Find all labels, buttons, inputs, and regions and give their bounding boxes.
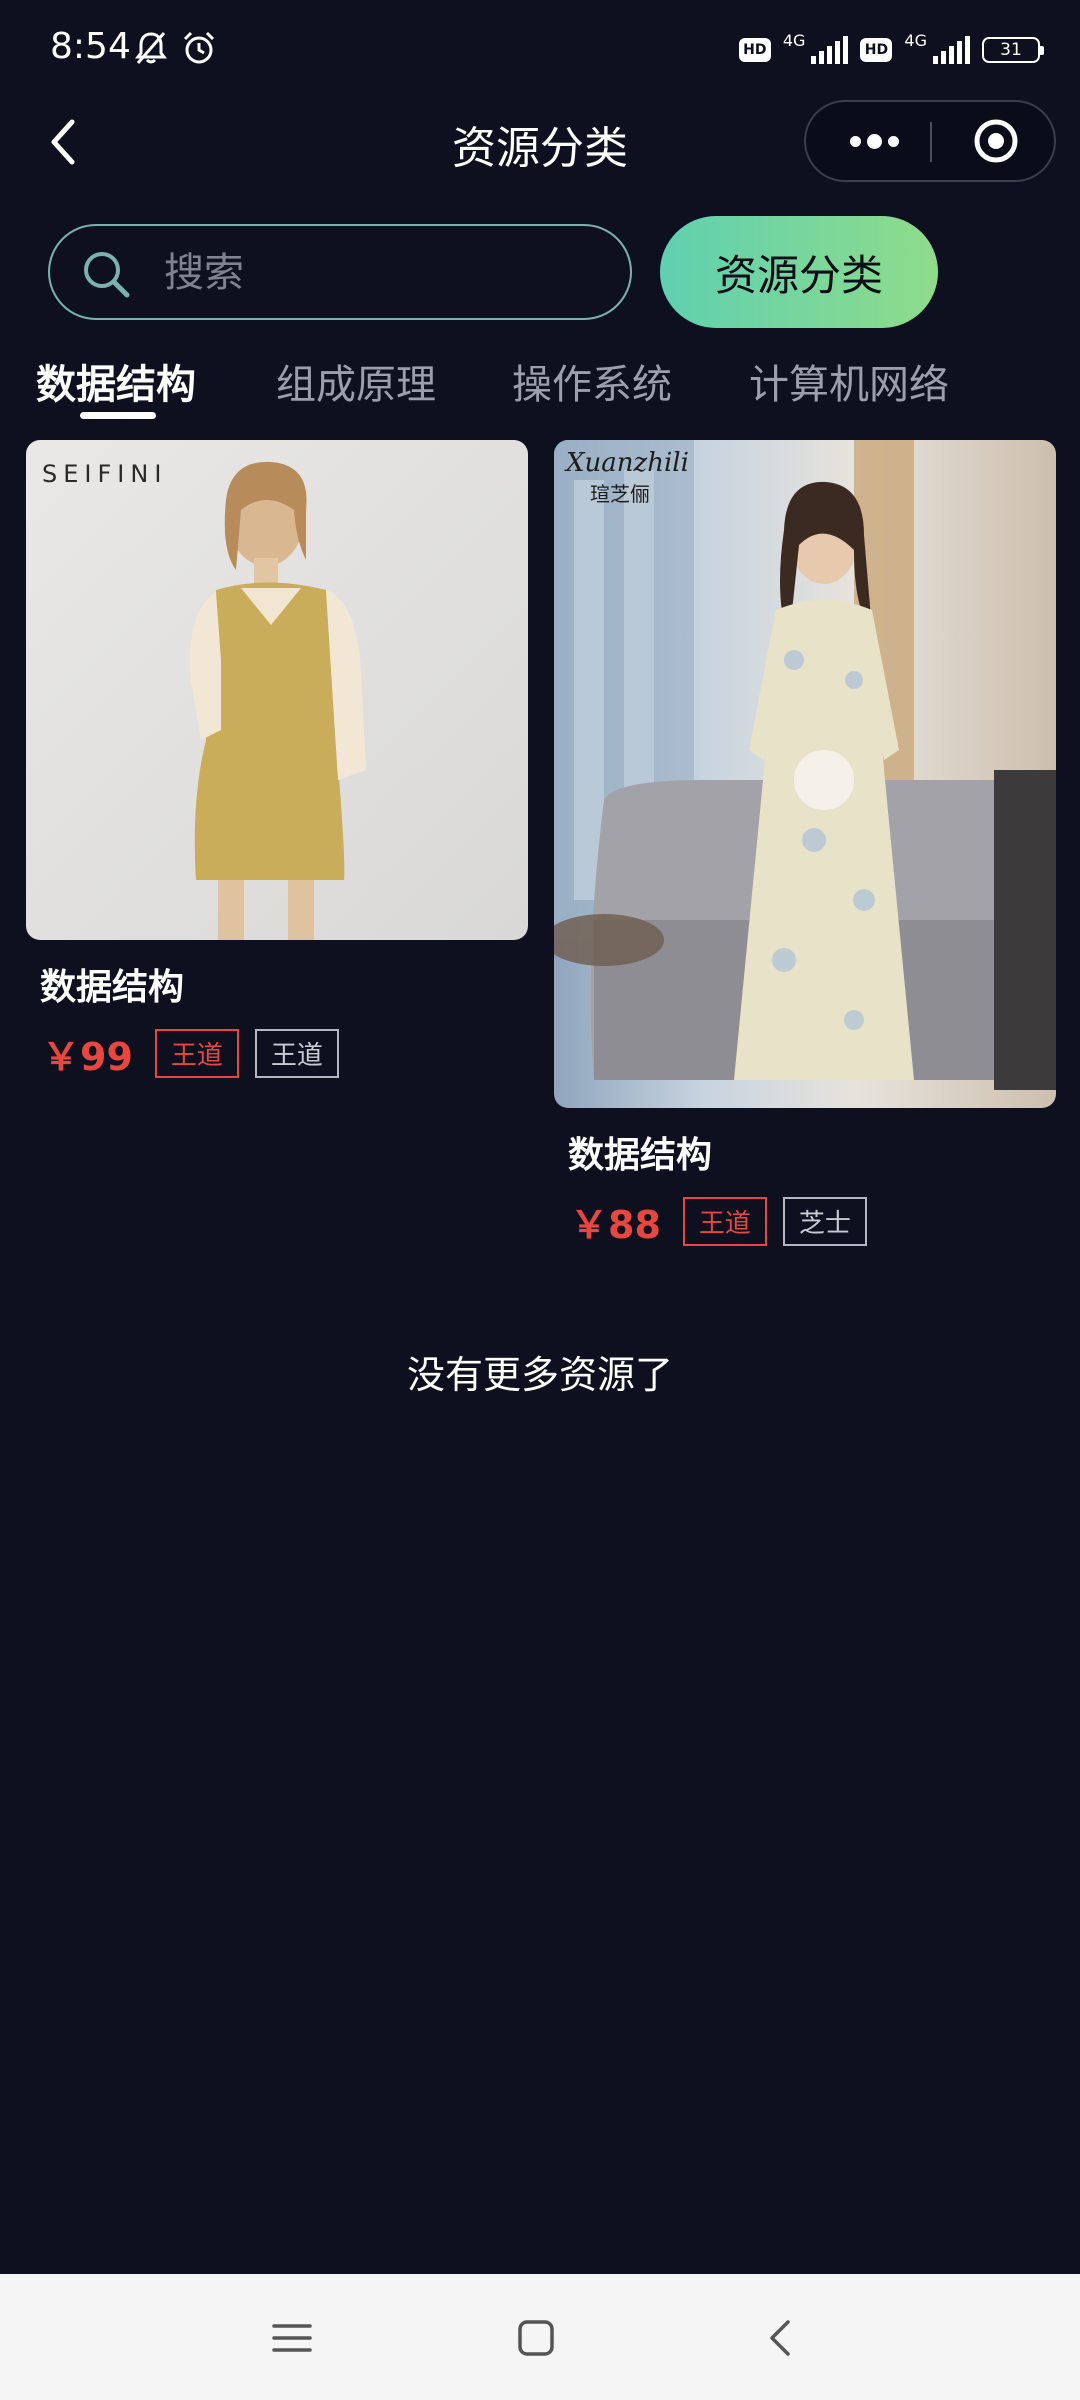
menu-icon [272,2324,312,2352]
hd-badge: HD [860,38,893,62]
product-image[interactable]: Xuanzhili 瑄芝俪 [554,440,1056,1108]
tab-active-indicator [80,412,156,419]
product-tag: 王道 [154,1029,239,1078]
tab-operating-system[interactable]: 操作系统 [512,352,672,410]
no-more-resources-text: 没有更多资源了 [406,1353,673,1397]
product-tag: 芝士 [782,1197,867,1246]
product-brand-logo-sub: 瑄芝俪 [590,482,650,506]
close-mini-program-button[interactable] [956,102,1036,180]
search-icon [84,252,130,298]
product-meta: ￥99 王道 王道 [42,1026,528,1081]
alarm-clock-icon [183,31,215,64]
back-button[interactable] [36,114,92,170]
more-dots-icon-center [866,133,882,149]
more-button[interactable] [826,102,922,180]
search-input[interactable] [162,244,606,302]
product-photo-illustration [190,461,366,940]
mini-program-capsule [804,100,1056,182]
product-photo-illustration [554,440,1056,1090]
hd-badge: HD [738,38,771,62]
status-system-icons: HD 4G HD 4G 31 [738,30,1044,70]
product-card[interactable]: SEIFINI 数据结构 ￥99 王道 王道 [26,440,528,1081]
product-card[interactable]: Xuanzhili 瑄芝俪 数据结构 ￥88 王道 芝士 [554,440,1056,1249]
category-tabs: 数据结构 组成原理 操作系统 计算机网络 [0,344,1080,422]
status-bar: 8:54 HD 4G HD 4G 31 [0,0,1080,96]
more-dots-icon-right [887,135,899,147]
system-menu-button[interactable] [260,2306,324,2370]
system-nav-bar [0,2274,1080,2400]
product-title: 数据结构 [568,1135,713,1176]
product-title: 数据结构 [40,967,185,1008]
tab-computer-network[interactable]: 计算机网络 [749,352,949,410]
search-box[interactable] [48,224,632,320]
chevron-left-icon [51,119,75,165]
target-circle-icon [974,119,1018,163]
nav-bar: 资源分类 [0,96,1080,188]
network-label: 4G [782,30,806,50]
home-square-icon [518,2320,554,2356]
capsule-divider [930,122,932,162]
product-price: ￥99 [42,1035,133,1079]
signal-icon [933,36,970,64]
back-chevron-icon [770,2320,790,2356]
product-tag: 王道 [254,1029,339,1078]
resource-category-button[interactable]: 资源分类 [660,216,938,328]
signal-icon [811,36,849,64]
product-image[interactable]: SEIFINI [26,440,528,940]
tab-data-structure[interactable]: 数据结构 [36,352,196,410]
network-label: 4G [904,30,927,50]
tab-composition-principle[interactable]: 组成原理 [276,352,436,410]
system-back-button[interactable] [748,2306,812,2370]
system-home-button[interactable] [504,2306,568,2370]
bell-muted-icon [135,32,167,64]
battery-icon: 31 [982,37,1044,63]
product-price: ￥88 [570,1203,661,1247]
product-tag: 王道 [682,1197,767,1246]
product-brand-logo: Xuanzhili [566,448,689,478]
more-dots-icon [849,135,861,147]
status-time: 8:54 [50,26,131,67]
product-meta: ￥88 王道 芝士 [570,1194,1056,1249]
status-notification-icons [132,28,218,68]
